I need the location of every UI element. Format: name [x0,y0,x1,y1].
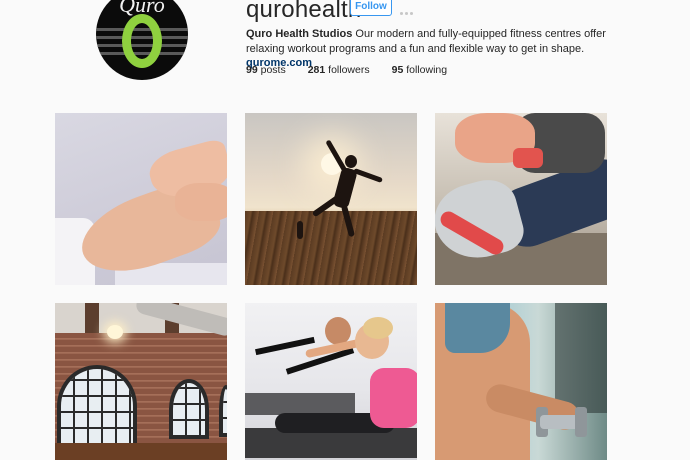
followers-stat[interactable]: 281 followers [308,64,370,76]
bio-name: Quro Health Studios [246,28,353,40]
profile-avatar[interactable]: Quro [96,0,188,80]
post-thumbnail-pilates[interactable] [245,303,417,460]
posts-count: 99 [246,64,258,76]
post-thumbnail-foot-massage[interactable] [55,113,227,285]
posts-stat: 99 posts [246,64,286,76]
following-label: following [406,64,448,76]
more-options-icon[interactable] [400,2,418,15]
post-thumbnail-dumbbell[interactable] [435,303,607,460]
followers-label: followers [328,64,370,76]
follow-button[interactable]: Follow [350,0,392,16]
post-thumbnail-pier-silhouette[interactable] [245,113,417,285]
post-thumbnail-studio-windows[interactable] [55,303,227,460]
profile-stats: 99 posts 281 followers 95 following [246,64,469,76]
following-stat[interactable]: 95 following [392,64,447,76]
post-thumbnail-running-shoe[interactable] [435,113,607,285]
avatar-logo-text: Quro [119,0,165,17]
profile-username: qurohealth [246,0,362,23]
followers-count: 281 [307,64,326,76]
avatar-logo-ring [122,14,162,68]
posts-label: posts [260,64,286,76]
following-count: 95 [391,64,404,76]
